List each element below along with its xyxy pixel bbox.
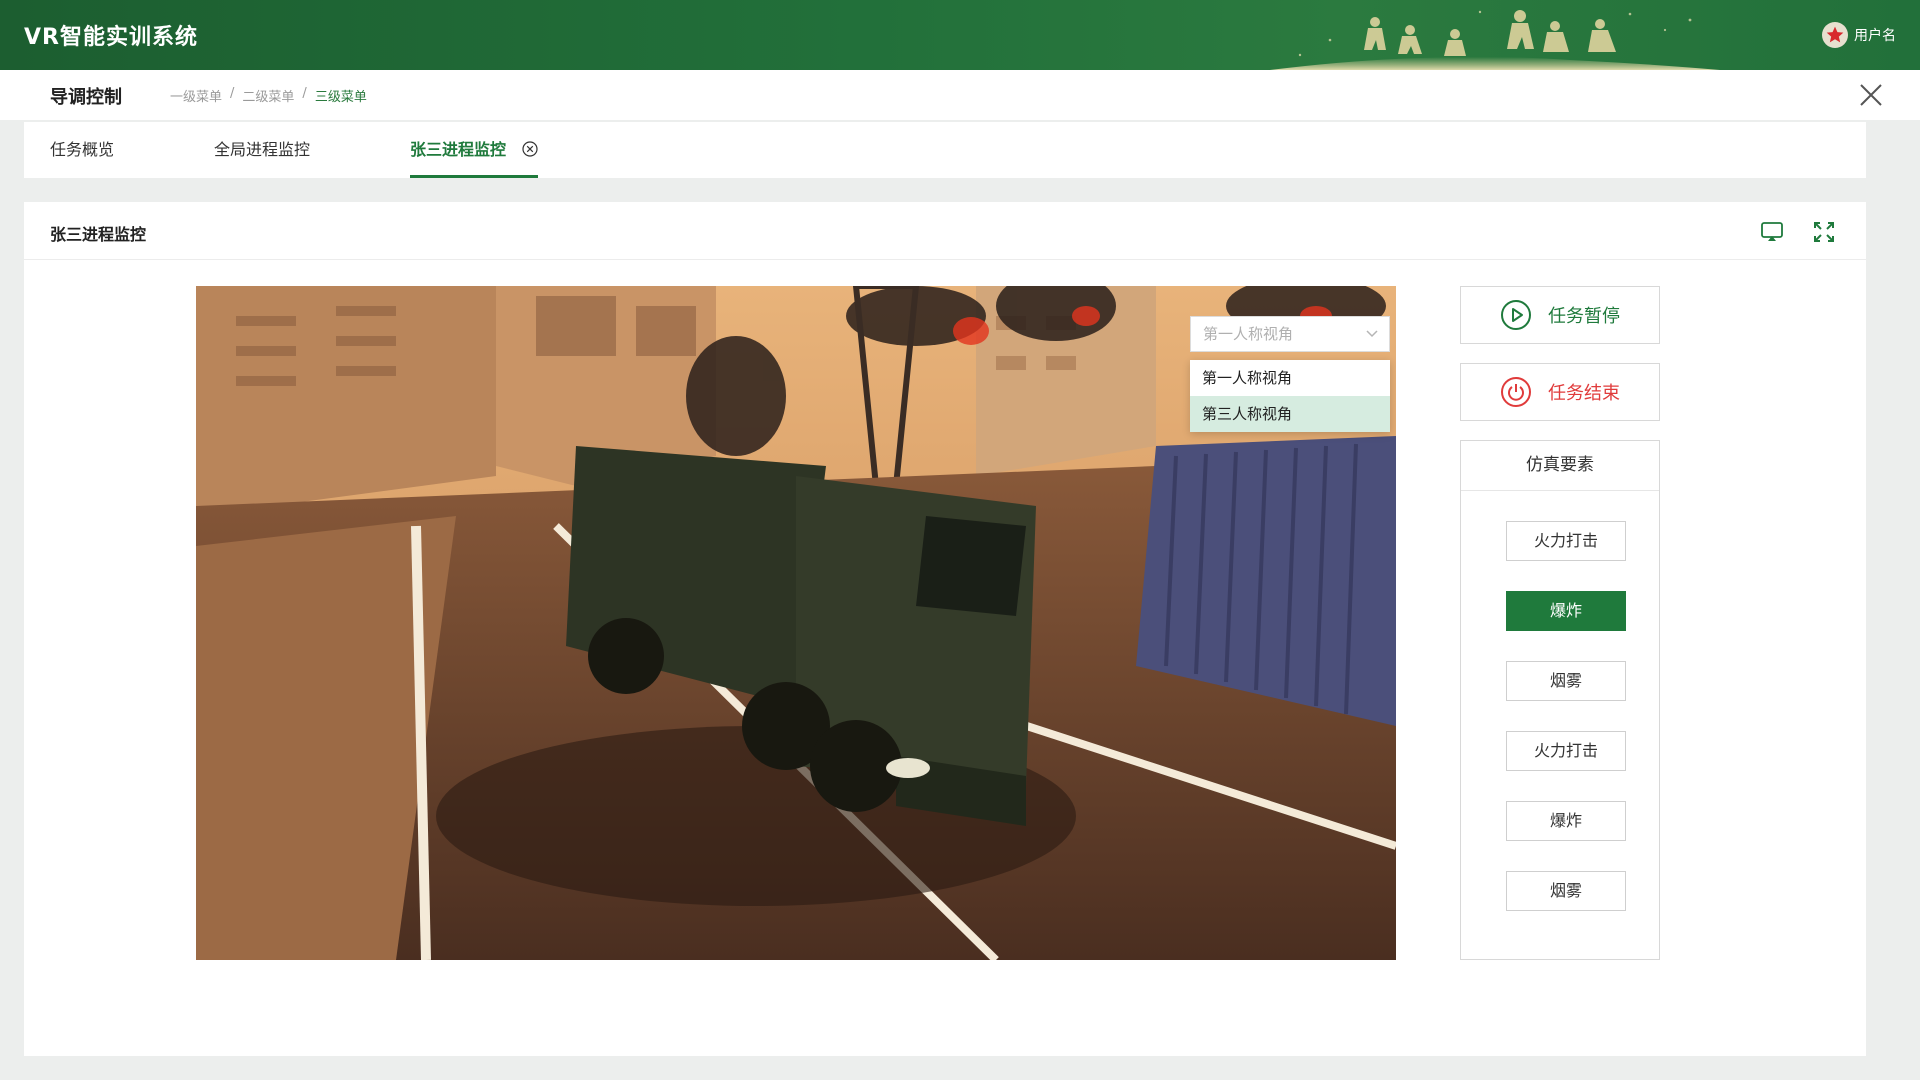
panel-title: 张三进程监控 — [50, 225, 147, 244]
sim-elements-title: 仿真要素 — [1461, 441, 1659, 491]
monitor-panel: 张三进程监控 第一人称视角 第一人称视角 第三人称视角 任务暂停 任务结束 仿真… — [24, 202, 1866, 1056]
play-circle-icon — [1501, 300, 1531, 330]
view-mode-dropdown: 第一人称视角 第三人称视角 — [1190, 360, 1390, 432]
tab-zhangsan-monitor[interactable]: 张三进程监控 — [410, 122, 538, 178]
power-icon — [1501, 377, 1531, 407]
view-option-first-person[interactable]: 第一人称视角 — [1190, 360, 1390, 396]
element-button-smoke[interactable]: 烟雾 — [1506, 871, 1626, 911]
end-task-button[interactable]: 任务结束 — [1460, 363, 1660, 421]
pause-task-label: 任务暂停 — [1548, 306, 1620, 327]
video-feed[interactable]: 第一人称视角 第一人称视角 第三人称视角 — [196, 286, 1396, 960]
view-mode-select[interactable]: 第一人称视角 — [1190, 316, 1390, 352]
red-star-icon — [1822, 22, 1848, 48]
breadcrumb-item-2[interactable]: 二级菜单 — [242, 86, 294, 105]
breadcrumb-item-1[interactable]: 一级菜单 — [170, 86, 222, 105]
end-task-label: 任务结束 — [1548, 383, 1620, 404]
tab-close-icon[interactable] — [521, 141, 538, 157]
page-title: 导调控制 — [50, 87, 122, 108]
tab-task-overview[interactable]: 任务概览 — [50, 122, 114, 178]
breadcrumb-separator: / — [302, 86, 307, 101]
fullscreen-icon[interactable] — [1812, 220, 1836, 244]
user-menu[interactable]: 用户名 — [1822, 22, 1896, 48]
element-button-explosion[interactable]: 爆炸 — [1506, 801, 1626, 841]
close-icon[interactable] — [1858, 82, 1884, 108]
username-label: 用户名 — [1854, 28, 1896, 44]
app-title: VR智能实训系统 — [24, 25, 198, 50]
cast-screen-icon[interactable] — [1760, 220, 1784, 244]
pause-task-button[interactable]: 任务暂停 — [1460, 286, 1660, 344]
sim-elements-panel: 仿真要素 火力打击 爆炸 烟雾 火力打击 爆炸 烟雾 — [1460, 440, 1660, 960]
element-button-fire-strike[interactable]: 火力打击 — [1506, 521, 1626, 561]
breadcrumb-item-3: 三级菜单 — [314, 90, 367, 105]
top-header: VR智能实训系统 用户名 — [0, 0, 1920, 70]
element-button-fire-strike[interactable]: 火力打击 — [1506, 731, 1626, 771]
tab-label: 张三进程监控 — [410, 140, 507, 159]
chevron-down-icon — [1366, 330, 1378, 338]
breadcrumb-separator: / — [230, 86, 235, 101]
breadcrumb-bar: 导调控制 一级菜单 / 二级菜单 / 三级菜单 — [0, 70, 1920, 120]
view-option-third-person[interactable]: 第三人称视角 — [1190, 396, 1390, 432]
breadcrumb: 一级菜单 / 二级菜单 / 三级菜单 — [170, 86, 367, 105]
tab-bar: 任务概览 全局进程监控 张三进程监控 — [24, 122, 1866, 178]
panel-header: 张三进程监控 — [24, 202, 1866, 260]
tab-global-monitor[interactable]: 全局进程监控 — [214, 122, 310, 178]
element-button-explosion[interactable]: 爆炸 — [1506, 591, 1626, 631]
element-button-smoke[interactable]: 烟雾 — [1506, 661, 1626, 701]
soldiers-banner-art — [1270, 10, 1720, 70]
view-mode-placeholder: 第一人称视角 — [1203, 325, 1294, 343]
